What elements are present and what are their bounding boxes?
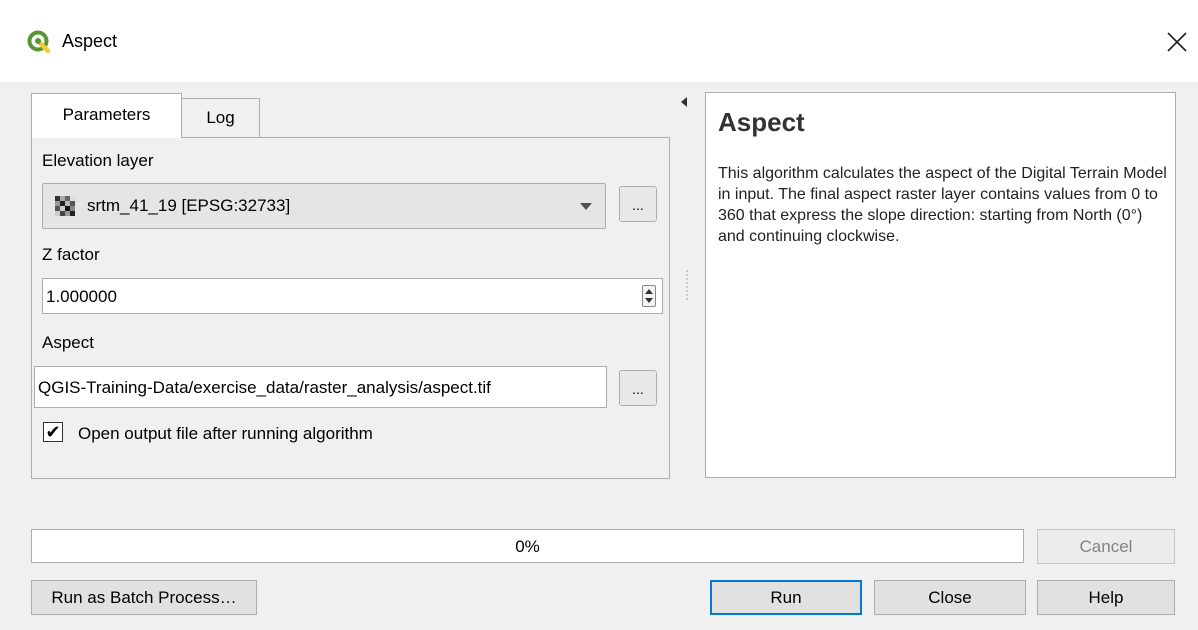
chevron-down-icon [580,203,592,210]
open-output-checkbox[interactable]: ✔ [43,422,63,442]
help-title: Aspect [718,107,805,137]
collapse-arrow-icon[interactable] [681,97,687,107]
raster-layer-icon [55,196,75,216]
cancel-button[interactable]: Cancel [1037,529,1175,564]
z-factor-spinbox[interactable]: 1.000000 [42,278,663,314]
spin-arrows-icon[interactable] [642,285,656,307]
aspect-output-label: Aspect [42,333,94,352]
splitter-handle[interactable] [686,270,688,300]
elevation-layer-combo[interactable]: srtm_41_19 [EPSG:32733] [42,183,606,229]
elevation-layer-value: srtm_41_19 [EPSG:32733] [87,196,291,215]
elevation-browse-button[interactable]: ... [619,186,657,222]
help-pane: Aspect This algorithm calculates the asp… [705,92,1176,478]
run-button[interactable]: Run [710,580,862,615]
close-button[interactable]: Close [874,580,1026,615]
progress-bar: 0% [31,529,1024,563]
tab-log-label: Log [206,108,235,127]
tab-log[interactable]: Log [181,98,260,137]
z-factor-value: 1.000000 [46,287,117,306]
spin-down-icon [645,298,653,303]
aspect-browse-button[interactable]: ... [619,370,657,406]
aspect-output-value: QGIS-Training-Data/exercise_data/raster_… [38,378,491,397]
spin-up-icon [645,289,653,294]
title-bar: Aspect [0,0,1198,82]
help-description: This algorithm calculates the aspect of … [718,165,1167,245]
help-button[interactable]: Help [1037,580,1175,615]
tab-parameters[interactable]: Parameters [31,93,182,138]
window-title: Aspect [62,31,118,51]
open-output-label: Open output file after running algorithm [78,424,373,443]
run-batch-button[interactable]: Run as Batch Process… [31,580,257,615]
progress-label: 0% [515,537,540,556]
aspect-output-field[interactable]: QGIS-Training-Data/exercise_data/raster_… [34,366,607,408]
qgis-logo-icon [27,30,51,54]
close-icon[interactable] [1160,24,1194,60]
elevation-layer-label: Elevation layer [42,151,154,170]
tab-parameters-label: Parameters [62,105,151,124]
z-factor-label: Z factor [42,245,100,264]
